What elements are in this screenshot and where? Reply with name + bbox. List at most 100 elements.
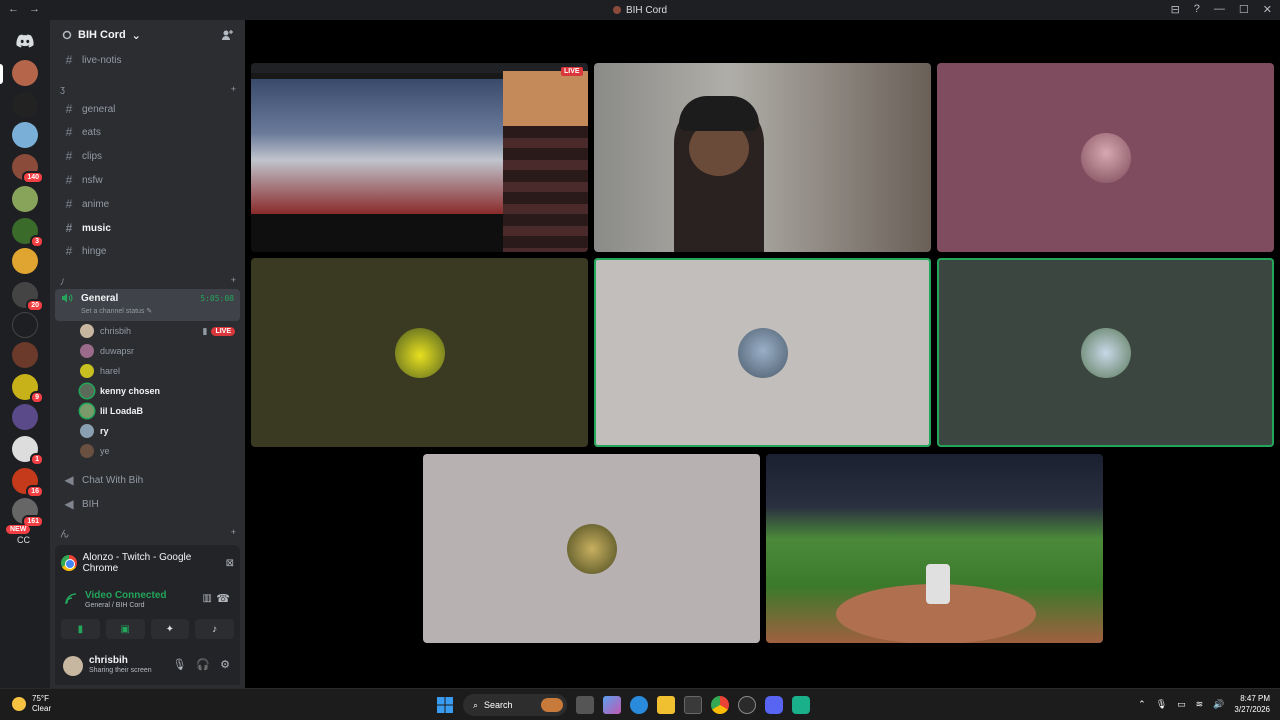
add-channel-icon[interactable]: +	[231, 275, 236, 288]
voice-user[interactable]: chrisbih ▮ LIVE	[80, 322, 235, 340]
channel-music[interactable]: # music	[58, 218, 238, 238]
chevron-down-icon: ⌄	[131, 29, 141, 42]
close-button[interactable]: ✕	[1263, 3, 1272, 16]
user-panel: chrisbih Sharing their screen 🎙 🎧 ⚙	[55, 649, 240, 683]
video-camera-icon: ▮	[202, 325, 208, 336]
participant-tile-speaking[interactable]	[594, 258, 931, 447]
inbox-icon[interactable]: ⊟	[1171, 3, 1180, 16]
clock-date: 3/27/2026	[1234, 705, 1270, 714]
participant-tile[interactable]	[251, 258, 588, 447]
windows-start-icon[interactable]	[436, 696, 454, 714]
microphone-icon[interactable]: 🎙	[172, 658, 186, 671]
participant-tile-speaking[interactable]	[937, 258, 1274, 447]
hash-icon: #	[65, 221, 73, 235]
channel-live-notis[interactable]: # live-notis	[58, 50, 238, 70]
voice-user[interactable]: kenny chosen	[80, 382, 235, 400]
avatar[interactable]	[63, 656, 83, 676]
headphones-icon[interactable]: 🎧	[196, 658, 210, 671]
volume-icon[interactable]: 🔊	[1213, 699, 1224, 710]
channel-general[interactable]: # general	[58, 99, 238, 119]
server-icon[interactable]: 9	[12, 374, 44, 404]
voice-user[interactable]: duwapsr	[80, 342, 235, 360]
screen-share-tile[interactable]: LIVE	[251, 63, 588, 252]
voice-user[interactable]: ye	[80, 442, 235, 460]
gear-icon[interactable]: ⚙	[220, 658, 230, 671]
add-user-icon[interactable]	[221, 29, 233, 41]
maximize-button[interactable]: ☐	[1239, 3, 1249, 16]
discord-home-button[interactable]	[12, 28, 38, 54]
clock[interactable]: 8:47 PM 3/27/2026	[1234, 693, 1270, 715]
channel-label: clips	[82, 150, 103, 162]
server-icon[interactable]	[12, 404, 38, 430]
soundboard-button[interactable]: ♪	[195, 619, 234, 639]
server-icon[interactable]	[12, 312, 38, 338]
disconnect-icon[interactable]: ☎	[216, 592, 230, 605]
add-channel-icon[interactable]: +	[231, 84, 236, 94]
app-icon[interactable]	[792, 696, 810, 714]
minimize-button[interactable]: —	[1214, 3, 1225, 16]
signal-icon	[65, 593, 77, 605]
channel-eats[interactable]: # eats	[58, 122, 238, 142]
wifi-icon[interactable]: ≋	[1196, 699, 1204, 710]
participant-tile[interactable]	[423, 454, 760, 643]
server-icon[interactable]: 140	[12, 154, 44, 184]
participant-tile[interactable]	[937, 63, 1274, 252]
add-channel-icon[interactable]: +	[231, 527, 236, 540]
webcam-tile[interactable]	[594, 63, 931, 252]
server-icon[interactable]	[12, 248, 38, 274]
activities-button[interactable]: ✦	[150, 619, 190, 639]
channel-clips[interactable]: # clips	[58, 146, 238, 166]
voice-connection-status[interactable]: Video Connected General / BIH Cord ▥ ☎	[61, 587, 234, 613]
store-icon[interactable]	[684, 696, 702, 714]
help-icon[interactable]: ?	[1194, 3, 1200, 16]
server-initials[interactable]: CC	[17, 535, 30, 545]
voice-channel-bih[interactable]: ◀ BIH	[58, 494, 238, 514]
screen-share-tile[interactable]	[766, 454, 1103, 643]
weather-widget[interactable]: 75°F Clear	[12, 694, 51, 714]
voice-channel-chat-with-bih[interactable]: ◀ Chat With Bih	[58, 470, 238, 490]
forward-arrow-icon[interactable]: →	[29, 3, 40, 15]
server-icon[interactable]: 1	[12, 436, 44, 466]
edge-icon[interactable]	[630, 696, 648, 714]
screen-share-source[interactable]: Alonzo - Twitch - Google Chrome ⊠	[61, 551, 234, 575]
copilot-icon[interactable]	[603, 696, 621, 714]
avatar	[80, 344, 94, 358]
app-icon[interactable]	[738, 696, 756, 714]
server-header[interactable]: BIH Cord ⌄	[50, 20, 245, 50]
server-icon[interactable]	[12, 186, 38, 212]
channel-anime[interactable]: # anime	[58, 194, 238, 214]
server-icon[interactable]	[12, 60, 38, 86]
camera-button[interactable]: ▮	[61, 619, 100, 639]
voice-user[interactable]: harel	[80, 362, 235, 380]
discord-icon[interactable]	[765, 696, 783, 714]
stop-share-icon[interactable]: ⊠	[226, 558, 234, 569]
server-icon[interactable]	[12, 342, 38, 368]
back-arrow-icon[interactable]: ←	[8, 3, 19, 15]
file-explorer-icon[interactable]	[657, 696, 675, 714]
speaker-icon	[62, 293, 73, 303]
channel-category[interactable]: ﾉ +	[60, 275, 236, 288]
voice-user[interactable]: lil LoadaB	[80, 402, 235, 420]
microphone-icon[interactable]: 🎙	[1156, 699, 1167, 710]
server-icon[interactable]: 3	[12, 218, 44, 248]
channel-nsfw[interactable]: # nsfw	[58, 170, 238, 190]
channel-hinge[interactable]: # hinge	[58, 241, 238, 261]
server-icon[interactable]: 161	[12, 498, 44, 528]
voice-user[interactable]: ry	[80, 422, 235, 440]
channel-category[interactable]: ん +	[60, 527, 236, 540]
screen-share-button[interactable]: ▣	[105, 619, 145, 639]
server-icon[interactable]	[12, 122, 38, 148]
server-icon[interactable]	[12, 92, 38, 118]
chevron-up-icon[interactable]: ⌃	[1138, 699, 1146, 710]
channel-category[interactable]: ʒ +	[60, 84, 236, 94]
taskbar-search[interactable]: ⌕ Search	[463, 694, 567, 716]
chrome-icon[interactable]	[711, 696, 729, 714]
display-icon[interactable]: ▭	[1177, 699, 1186, 710]
channel-status[interactable]: Set a channel status ✎	[55, 307, 240, 315]
server-icon[interactable]: 20	[12, 282, 44, 312]
search-label: Search	[484, 700, 513, 710]
noise-suppression-icon[interactable]: ▥	[203, 593, 212, 604]
voice-channel-general[interactable]: General 5:05:08 Set a channel status ✎	[55, 289, 240, 321]
task-view-icon[interactable]	[576, 696, 594, 714]
server-icon[interactable]: 16	[12, 468, 44, 498]
